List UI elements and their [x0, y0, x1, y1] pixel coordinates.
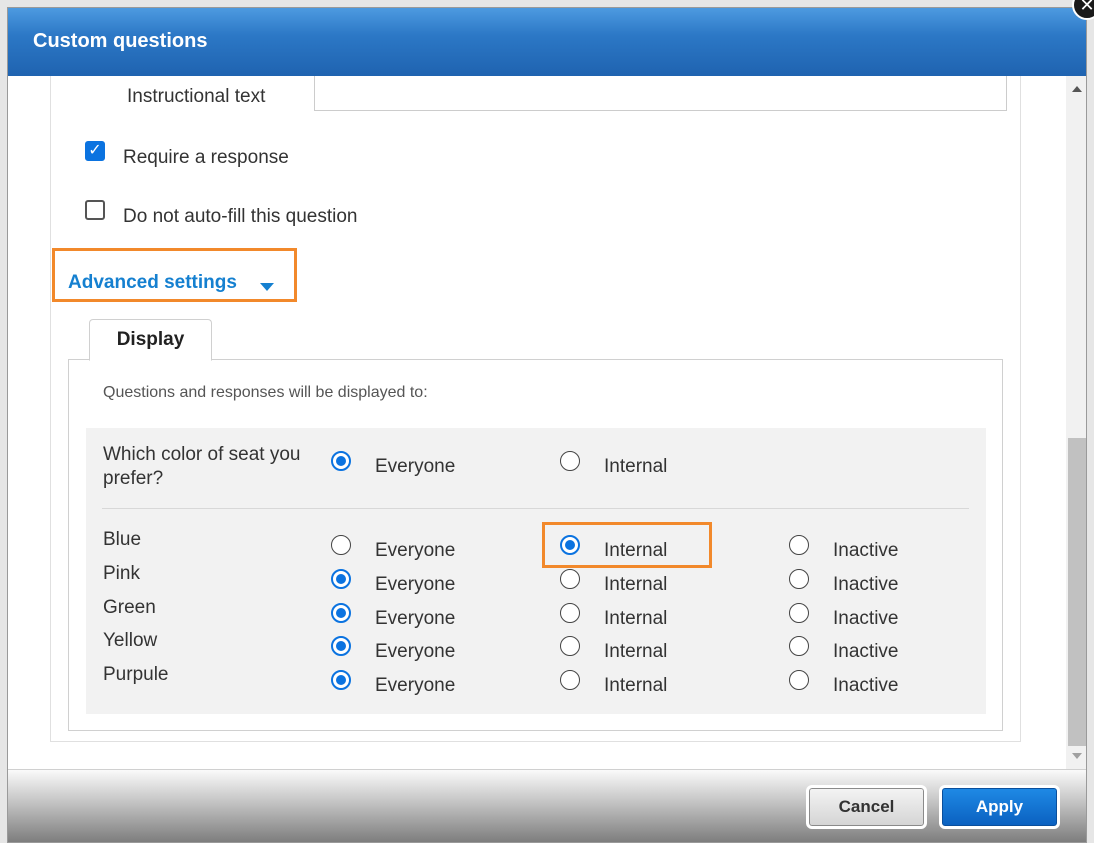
tab-display[interactable]: Display: [89, 319, 212, 361]
purpule-inactive-label: Inactive: [833, 675, 899, 696]
purpule-internal-radio[interactable]: [560, 670, 580, 690]
green-everyone-label: Everyone: [375, 608, 456, 629]
advanced-settings-link[interactable]: Advanced settings: [68, 272, 237, 294]
display-info-text: Questions and responses will be displaye…: [103, 384, 428, 401]
blue-internal-radio[interactable]: [560, 535, 580, 555]
no-autofill-checkbox[interactable]: [85, 200, 105, 220]
yellow-inactive-label: Inactive: [833, 641, 899, 662]
row-label-purpule: Purpule: [103, 664, 169, 685]
instructional-text-label: Instructional text: [127, 86, 266, 107]
vertical-scrollbar[interactable]: [1066, 76, 1086, 769]
purpule-everyone-label: Everyone: [375, 675, 456, 696]
require-response-checkbox[interactable]: ✓: [85, 141, 105, 161]
yellow-inactive-radio[interactable]: [789, 636, 809, 656]
purpule-inactive-radio[interactable]: [789, 670, 809, 690]
pink-internal-label: Internal: [604, 574, 668, 595]
blue-everyone-label: Everyone: [375, 540, 456, 561]
pink-inactive-radio[interactable]: [789, 569, 809, 589]
green-internal-label: Internal: [604, 608, 668, 629]
yellow-internal-label: Internal: [604, 641, 668, 662]
yellow-everyone-label: Everyone: [375, 641, 456, 662]
yellow-internal-radio[interactable]: [560, 636, 580, 656]
custom-questions-dialog: Custom questions Instructional text ✓ Re…: [7, 7, 1087, 843]
row-label-yellow: Yellow: [103, 630, 158, 651]
blue-inactive-radio[interactable]: [789, 535, 809, 555]
instructional-text-input[interactable]: [314, 76, 1007, 111]
green-internal-radio[interactable]: [560, 603, 580, 623]
row-label-green: Green: [103, 597, 156, 618]
require-response-label: Require a response: [123, 147, 289, 168]
grid-divider: [102, 508, 969, 509]
pink-everyone-radio[interactable]: [331, 569, 351, 589]
pink-internal-radio[interactable]: [560, 569, 580, 589]
dialog-footer: Cancel Apply: [8, 769, 1086, 842]
blue-everyone-radio[interactable]: [331, 535, 351, 555]
question-everyone-radio[interactable]: [331, 451, 351, 471]
row-label-pink: Pink: [103, 563, 140, 584]
green-inactive-radio[interactable]: [789, 603, 809, 623]
pink-everyone-label: Everyone: [375, 574, 456, 595]
question-panel: Instructional text ✓ Require a response …: [50, 76, 1021, 742]
purpule-everyone-radio[interactable]: [331, 670, 351, 690]
green-inactive-label: Inactive: [833, 608, 899, 629]
dialog-body: Instructional text ✓ Require a response …: [8, 76, 1066, 769]
dialog-title: Custom questions: [33, 30, 208, 52]
green-everyone-radio[interactable]: [331, 603, 351, 623]
scroll-thumb[interactable]: [1068, 438, 1086, 746]
blue-inactive-label: Inactive: [833, 540, 899, 561]
display-tab-panel: Questions and responses will be displaye…: [68, 359, 1003, 731]
blue-internal-label: Internal: [604, 540, 668, 561]
visibility-grid: Which color of seat you prefer? Everyone…: [86, 428, 986, 714]
purpule-internal-label: Internal: [604, 675, 668, 696]
pink-inactive-label: Inactive: [833, 574, 899, 595]
no-autofill-label: Do not auto-fill this question: [123, 206, 358, 227]
scroll-up-arrow-icon[interactable]: [1072, 86, 1082, 92]
apply-button[interactable]: Apply: [939, 785, 1060, 829]
cancel-button[interactable]: Cancel: [806, 785, 927, 829]
dialog-header: Custom questions: [8, 8, 1086, 76]
row-label-blue: Blue: [103, 529, 142, 550]
yellow-everyone-radio[interactable]: [331, 636, 351, 656]
scroll-down-arrow-icon[interactable]: [1072, 753, 1082, 759]
question-internal-radio[interactable]: [560, 451, 580, 471]
question-everyone-label: Everyone: [375, 456, 456, 477]
caret-down-icon[interactable]: [260, 283, 274, 291]
question-internal-label: Internal: [604, 456, 668, 477]
question-text: Which color of seat you prefer?: [103, 444, 301, 489]
